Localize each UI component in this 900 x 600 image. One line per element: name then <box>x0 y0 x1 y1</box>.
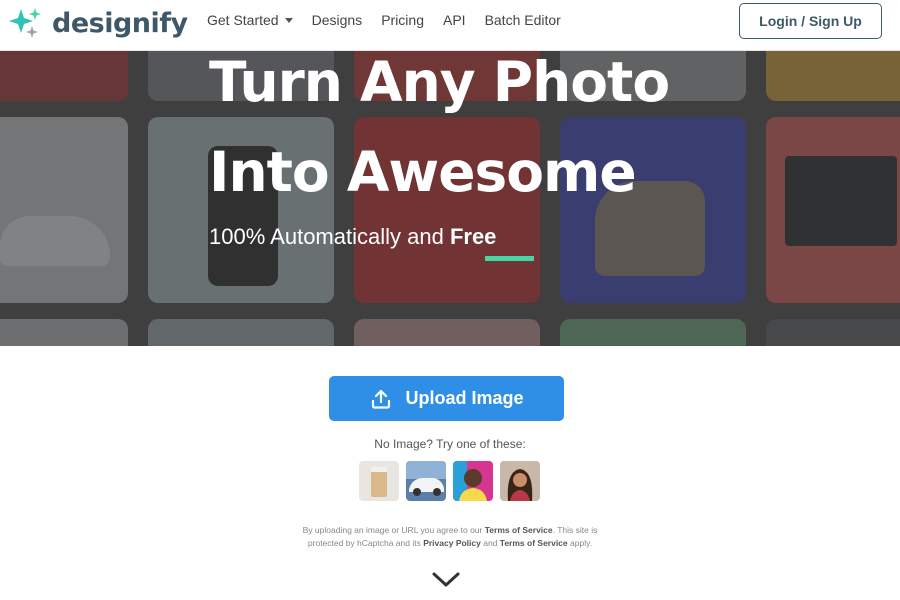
sample-cup[interactable] <box>359 461 399 501</box>
nav-batch-editor-label: Batch Editor <box>484 12 561 28</box>
terms-of-service-link-2[interactable]: Terms of Service <box>500 538 568 548</box>
nav-api[interactable]: API <box>443 12 466 28</box>
login-signup-button[interactable]: Login / Sign Up <box>739 3 882 39</box>
hero-title-line1: Turn Any Photo <box>209 50 670 114</box>
nav-get-started-label: Get Started <box>207 12 279 28</box>
woman-thumbnail <box>500 461 540 501</box>
sample-woman[interactable] <box>500 461 540 501</box>
nav-pricing-label: Pricing <box>381 12 424 28</box>
top-nav: designify Get Started Designs Pricing AP… <box>0 0 900 51</box>
terms-text-4: and <box>480 538 500 548</box>
sample-car[interactable] <box>406 461 446 501</box>
terms-notice: By uploading an image or URL you agree t… <box>0 524 900 550</box>
free-underline <box>485 256 534 261</box>
cup-thumbnail <box>359 461 399 501</box>
nav-get-started[interactable]: Get Started <box>207 12 293 28</box>
nav-links: Get Started Designs Pricing API Batch Ed… <box>207 0 580 40</box>
hero-subtitle-prefix: 100% Automatically and <box>209 224 450 249</box>
car-thumbnail <box>406 461 446 501</box>
sparkle-icon <box>9 8 41 38</box>
hero-subtitle-emphasis: Free <box>449 224 497 249</box>
nav-designs[interactable]: Designs <box>312 12 363 28</box>
caret-down-icon <box>284 17 293 23</box>
hero-title-line2: Into Awesome <box>209 140 637 204</box>
nav-pricing[interactable]: Pricing <box>381 12 424 28</box>
logo[interactable]: designify <box>8 7 188 39</box>
chevron-down-icon[interactable] <box>431 571 461 589</box>
try-samples-text: No Image? Try one of these: <box>374 437 526 451</box>
man-thumbnail <box>453 461 493 501</box>
nav-api-label: API <box>442 12 466 28</box>
brand-name: designify <box>52 7 188 39</box>
terms-of-service-link[interactable]: Terms of Service <box>485 525 553 535</box>
hero-title: Turn Any Photo Into Awesome <box>209 37 670 217</box>
terms-text-1: By uploading an image or URL you agree t… <box>302 525 485 535</box>
terms-text-2: . This site is <box>552 525 598 535</box>
sample-images <box>359 461 547 501</box>
nav-designs-label: Designs <box>311 12 363 28</box>
terms-text-5: apply. <box>567 538 593 548</box>
upload-button-label: Upload Image <box>405 388 524 408</box>
privacy-policy-link[interactable]: Privacy Policy <box>423 538 481 548</box>
terms-text-3: protected by hCaptcha and its <box>307 538 424 548</box>
upload-icon <box>372 389 391 409</box>
sample-man[interactable] <box>453 461 493 501</box>
upload-image-button[interactable]: Upload Image <box>329 376 564 421</box>
nav-batch-editor[interactable]: Batch Editor <box>485 12 561 28</box>
hero-subtitle: 100% Automatically and Free <box>209 224 496 250</box>
